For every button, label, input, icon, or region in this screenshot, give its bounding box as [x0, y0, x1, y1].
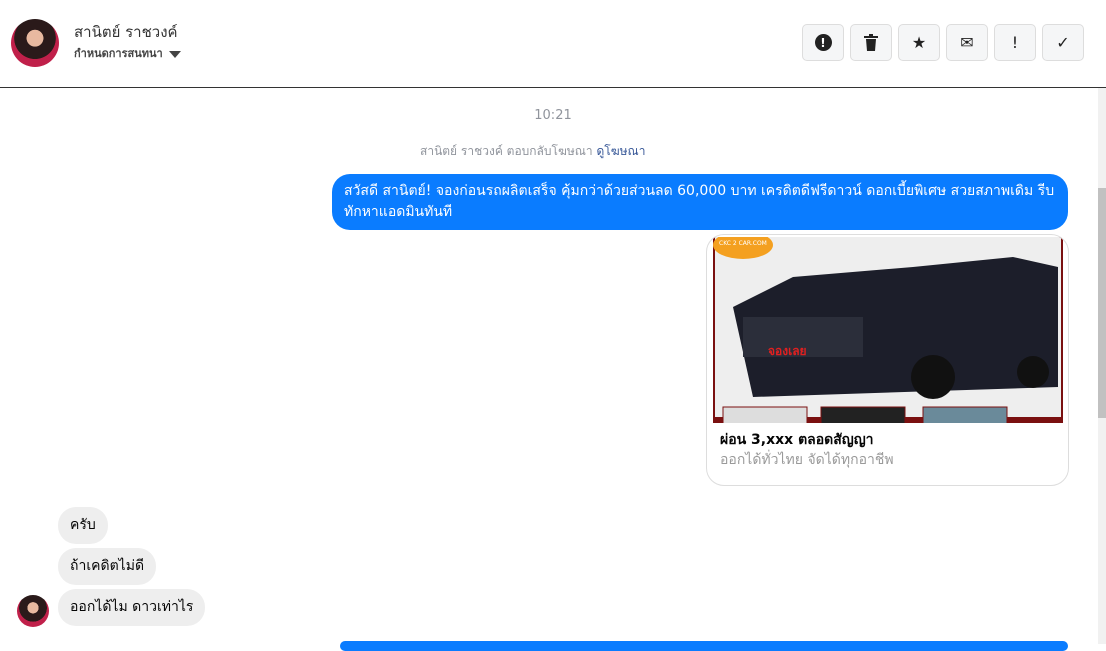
- check-icon: ✓: [1056, 33, 1070, 52]
- done-button[interactable]: ✓: [1042, 24, 1084, 61]
- trash-icon: [864, 34, 878, 51]
- settings-label: กำหนดการสนทนา: [74, 47, 163, 60]
- outgoing-message: [340, 641, 1068, 651]
- star-button[interactable]: ★: [898, 24, 940, 61]
- scrollbar-thumb[interactable]: [1098, 188, 1106, 418]
- notice-text: สานิตย์ ราชวงค์ ตอบกลับโฆษณา: [420, 144, 593, 158]
- incoming-message: ถ้าเคดิตไม่ดี: [58, 548, 157, 585]
- timestamp: 10:21: [534, 108, 572, 123]
- star-icon: ★: [911, 33, 927, 52]
- ad-subtitle: ออกได้ทั่วไทย จัดได้ทุกอาชีพ: [720, 452, 894, 468]
- outgoing-message: สวัสดี สานิตย์! จองก่อนรถผลิตเสร็จ คุ้มก…: [332, 174, 1068, 230]
- ad-image: CKC 2 CAR.COM จองเลย: [713, 235, 1063, 428]
- contact-name[interactable]: สานิตย์ ราชวงค์: [74, 20, 178, 44]
- delete-button[interactable]: [850, 24, 892, 61]
- incoming-message: ครับ: [58, 507, 108, 544]
- spam-button[interactable]: !: [994, 24, 1036, 61]
- caret-down-icon: [168, 50, 181, 58]
- report-button[interactable]: !: [802, 24, 844, 61]
- incoming-message: ออกได้ไม ดาวเท่าไร: [58, 589, 206, 626]
- exclamation-icon: !: [1011, 33, 1019, 52]
- dealer-logo: CKC 2 CAR.COM: [719, 240, 767, 247]
- alert-circle-icon: !: [814, 34, 832, 51]
- scrollbar[interactable]: [1098, 88, 1106, 644]
- view-ad-link[interactable]: ดูโฆษณา: [597, 144, 646, 158]
- ad-title: ผ่อน 3,xxx ตลอดสัญญา: [720, 432, 874, 448]
- avatar[interactable]: [11, 19, 59, 67]
- sticker-text: จองเลย: [768, 344, 807, 358]
- envelope-icon: ✉: [960, 33, 974, 52]
- sender-avatar[interactable]: [17, 595, 49, 627]
- mark-unread-button[interactable]: ✉: [946, 24, 988, 61]
- ad-card[interactable]: CKC 2 CAR.COM จองเลย ผ่อน 3,xxx ตลอดสัญญ…: [706, 234, 1069, 486]
- conversation-settings[interactable]: กำหนดการสนทนา: [74, 44, 181, 62]
- ad-reply-notice: สานิตย์ ราชวงค์ ตอบกลับโฆษณา ดูโฆษณา: [420, 142, 645, 161]
- conversation-header: สานิตย์ ราชวงค์ กำหนดการสนทนา ! ★ ✉ ! ✓: [0, 0, 1106, 88]
